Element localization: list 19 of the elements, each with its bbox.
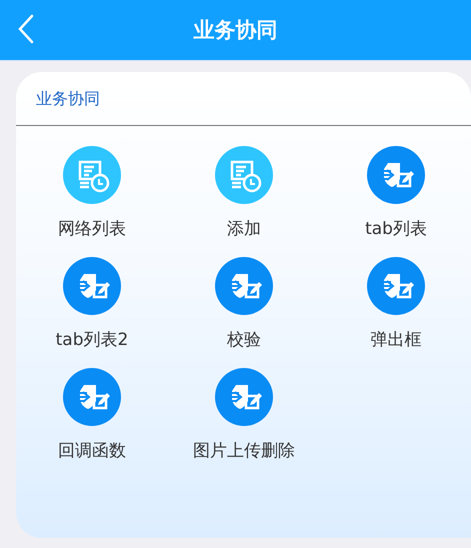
document-clock-icon: [63, 146, 121, 204]
shield-edit-icon: [63, 257, 121, 315]
shield-edit-icon: [215, 368, 273, 426]
menu-item[interactable]: 回调函数: [16, 368, 168, 462]
shield-edit-icon: [63, 368, 121, 426]
page-title: 业务协同: [194, 17, 278, 44]
back-icon[interactable]: [18, 14, 34, 44]
menu-item[interactable]: 校验: [168, 257, 320, 351]
menu-item[interactable]: 添加: [168, 146, 320, 240]
menu-item[interactable]: 网络列表: [16, 146, 168, 240]
section-title: 业务协同: [16, 72, 471, 126]
shield-edit-icon: [367, 257, 425, 315]
menu-item[interactable]: tab列表: [320, 146, 471, 240]
shield-edit-icon: [367, 146, 425, 204]
menu-item[interactable]: 弹出框: [320, 257, 471, 351]
menu-item[interactable]: tab列表2: [16, 257, 168, 351]
document-clock-icon: [215, 146, 273, 204]
menu-item[interactable]: 图片上传删除: [168, 368, 320, 462]
shield-edit-icon: [215, 257, 273, 315]
